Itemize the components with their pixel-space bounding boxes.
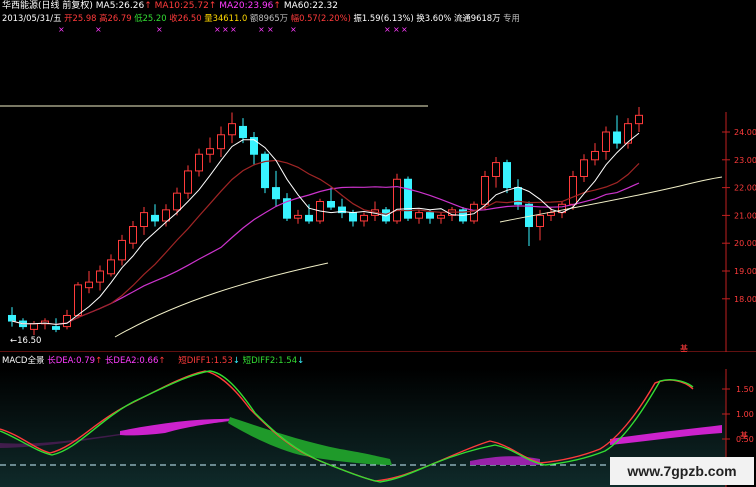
price-tick-label: 24.00 bbox=[734, 128, 756, 137]
candle-down[interactable] bbox=[261, 153, 269, 189]
candle-down[interactable] bbox=[272, 187, 280, 200]
ma10-line bbox=[11, 159, 640, 326]
diff1-label: 短DIFF1: bbox=[178, 356, 214, 366]
candle-up[interactable] bbox=[437, 214, 445, 219]
candle-down[interactable] bbox=[239, 125, 247, 139]
price-tick-label: 19.00 bbox=[734, 267, 756, 276]
candle-up[interactable] bbox=[74, 284, 82, 316]
ma5-line bbox=[11, 132, 640, 325]
candle-up[interactable] bbox=[184, 170, 192, 194]
diff2-label: 短DIFF2: bbox=[242, 356, 279, 366]
candle-up[interactable] bbox=[635, 114, 643, 125]
candle-down[interactable] bbox=[305, 214, 313, 222]
candle-up[interactable] bbox=[536, 214, 544, 228]
candle-up[interactable] bbox=[118, 239, 126, 261]
candle-down[interactable] bbox=[503, 162, 511, 189]
candle-up[interactable] bbox=[195, 153, 203, 172]
candle-down[interactable] bbox=[151, 214, 159, 222]
diff1-down-arrow-icon: ↓ bbox=[232, 356, 240, 366]
dea2-up-arrow-icon: ↑ bbox=[158, 356, 166, 366]
candle-down[interactable] bbox=[426, 212, 434, 219]
dea-value: 0.79 bbox=[76, 356, 96, 366]
candle-down[interactable] bbox=[613, 131, 621, 144]
candle-down[interactable] bbox=[8, 314, 16, 322]
candle-up[interactable] bbox=[481, 175, 489, 205]
candle-up[interactable] bbox=[96, 270, 104, 283]
macd-tick-label: 1.00 bbox=[736, 410, 754, 419]
candle-up[interactable] bbox=[470, 203, 478, 222]
price-tick-label: 22.00 bbox=[734, 184, 756, 193]
candle-up[interactable] bbox=[107, 259, 115, 275]
macd-axis: 1.501.000.50 bbox=[722, 385, 754, 444]
candle-down[interactable] bbox=[52, 326, 60, 330]
ma60-line bbox=[114, 176, 723, 338]
price-tick-label: 23.00 bbox=[734, 156, 756, 165]
watermark: www.7gpzb.com bbox=[610, 457, 754, 485]
candle-up[interactable] bbox=[30, 323, 38, 330]
candle-up[interactable] bbox=[162, 209, 170, 222]
candle-up[interactable] bbox=[173, 192, 181, 211]
candle-up[interactable] bbox=[217, 134, 225, 150]
dea-up-arrow-icon: ↑ bbox=[95, 356, 103, 366]
candle-up[interactable] bbox=[415, 212, 423, 219]
candles bbox=[8, 106, 643, 335]
low-price-marker: ←16.50 bbox=[10, 336, 42, 346]
candle-up[interactable] bbox=[393, 178, 401, 222]
candle-up[interactable] bbox=[602, 131, 610, 152]
price-tick-label: 20.00 bbox=[734, 239, 756, 248]
candle-up[interactable] bbox=[591, 150, 599, 161]
candle-up[interactable] bbox=[580, 159, 588, 177]
candle-up[interactable] bbox=[129, 226, 137, 244]
dea2-value: 0.66 bbox=[139, 356, 159, 366]
dea-label: 长DEA: bbox=[47, 356, 77, 366]
candle-up[interactable] bbox=[140, 212, 148, 228]
ma20-line bbox=[55, 182, 640, 325]
price-tick-label: 21.00 bbox=[734, 211, 756, 220]
diff1-value: 1.53 bbox=[213, 356, 233, 366]
candle-up[interactable] bbox=[206, 148, 214, 155]
candle-down[interactable] bbox=[404, 178, 412, 219]
macd-axis-bottom-mark: 基 bbox=[740, 431, 748, 440]
price-tick-label: 18.00 bbox=[734, 295, 756, 304]
price-axis-bottom-mark: 基 bbox=[680, 344, 688, 353]
candle-down[interactable] bbox=[327, 201, 335, 208]
candle-up[interactable] bbox=[228, 123, 236, 136]
price-axis: 24.00 23.00 22.00 21.00 20.00 19.00 18.00 bbox=[722, 128, 756, 304]
diff2-down-arrow-icon: ↓ bbox=[297, 356, 305, 366]
candle-down[interactable] bbox=[349, 212, 357, 222]
candle-up[interactable] bbox=[360, 214, 368, 222]
candle-up[interactable] bbox=[492, 162, 500, 177]
macd-title[interactable]: MACD全景 bbox=[2, 356, 44, 366]
candle-up[interactable] bbox=[85, 281, 93, 289]
dea2-label: 长DEA2: bbox=[104, 356, 140, 366]
candle-up[interactable] bbox=[569, 175, 577, 205]
price-chart[interactable]: 24.00 23.00 22.00 21.00 20.00 19.00 18.00 bbox=[0, 0, 756, 352]
candle-up[interactable] bbox=[294, 214, 302, 219]
macd-tick-label: 1.50 bbox=[736, 385, 754, 394]
macd-header: MACD全景 长DEA:0.79↑ 长DEA2:0.66↑ 短DIFF1:1.5… bbox=[2, 356, 304, 367]
diff2-value: 1.54 bbox=[278, 356, 298, 366]
